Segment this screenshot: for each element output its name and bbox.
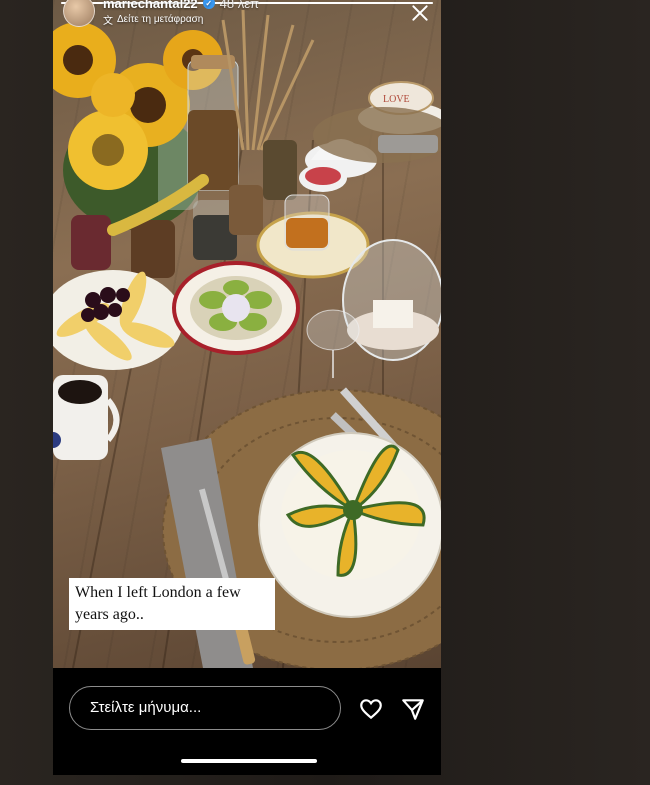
breakfast-table-image: LOVE (53, 9, 441, 671)
username[interactable]: mariechantal22 (103, 0, 198, 11)
story-caption: When I left London a few years ago.. (69, 578, 275, 630)
avatar[interactable] (63, 0, 95, 27)
see-translation-label: Δείτε τη μετάφραση (117, 13, 204, 25)
heart-icon (360, 699, 382, 720)
see-translation-link[interactable]: 文 Δείτε τη μετάφραση (103, 12, 259, 27)
share-button[interactable] (400, 696, 426, 722)
close-icon (412, 5, 428, 21)
story-viewer: LOVE mariechantal22 ✓ 48 λεπ 文 Δείτε τη … (53, 0, 441, 775)
post-time: 48 λεπ (219, 0, 260, 11)
verified-badge-icon: ✓ (202, 0, 215, 9)
svg-text:LOVE: LOVE (383, 94, 410, 105)
story-photo[interactable]: LOVE mariechantal22 ✓ 48 λεπ 文 Δείτε τη … (53, 0, 441, 671)
home-indicator (181, 759, 317, 763)
story-header: mariechantal22 ✓ 48 λεπ 文 Δείτε τη μετάφ… (63, 0, 259, 28)
translate-icon: 文 (103, 15, 113, 27)
send-message-input[interactable]: Στείλτε μήνυμα... (69, 686, 341, 730)
story-footer: Στείλτε μήνυμα... (53, 668, 441, 775)
close-button[interactable] (407, 0, 433, 26)
like-button[interactable] (358, 696, 384, 722)
send-icon (402, 699, 424, 720)
